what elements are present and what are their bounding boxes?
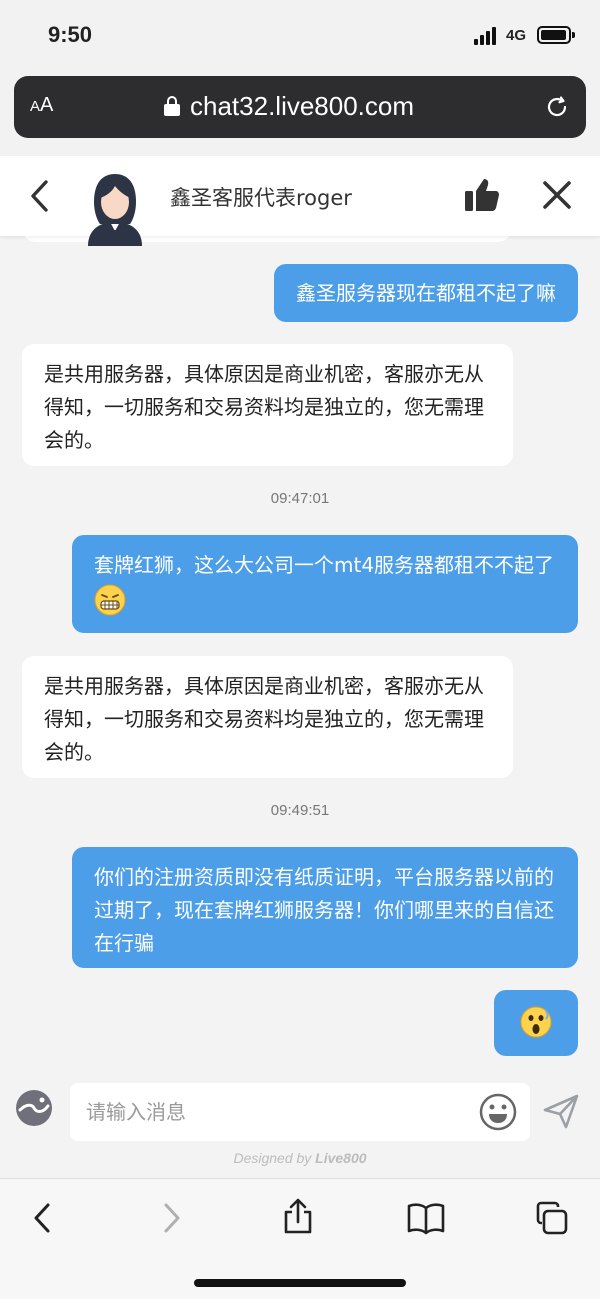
status-time: 9:50 [48,22,93,47]
send-icon[interactable] [542,1092,580,1134]
browser-back-icon[interactable] [28,1201,58,1239]
bookmarks-icon[interactable] [406,1201,446,1239]
message-text: 套牌红狮，这么大公司一个mt4服务器都租不不起了 [94,553,555,577]
satisfaction-icon[interactable] [14,1088,54,1132]
message-incoming: 是共用服务器，具体原因是商业机密，客服亦无从得知，一切服务和交易资料均是独立的，… [22,656,513,778]
message-outgoing-emoji [494,990,578,1056]
status-bar: 9:50 4G [0,0,600,66]
message-input[interactable] [70,1083,530,1141]
browser-toolbar [0,1178,600,1299]
shocked-face-emoji [520,1006,552,1038]
message-compose-row [0,1076,600,1150]
thumbs-up-icon[interactable] [462,176,502,218]
reload-icon[interactable] [544,94,570,124]
lock-icon [164,96,180,116]
agent-name: 鑫圣客服代表roger [170,186,352,210]
chat-messages[interactable]: 鑫圣服务器现在都租不起了嘛 是共用服务器，具体原因是商业机密，客服亦无从得知，一… [0,228,600,1076]
message-incoming: 是共用服务器，具体原因是商业机密，客服亦无从得知，一切服务和交易资料均是独立的，… [22,344,513,466]
message-timestamp: 09:49:51 [270,802,330,819]
address-bar[interactable]: AA chat32.live800.com [14,76,586,138]
grimacing-face-emoji [94,584,126,615]
home-indicator[interactable] [194,1279,406,1287]
back-chevron-icon[interactable] [26,176,54,220]
network-type: 4G [506,27,527,44]
url-text[interactable]: chat32.live800.com [190,91,414,122]
battery-icon [537,26,575,44]
message-timestamp: 09:47:01 [270,490,330,507]
message-outgoing: 鑫圣服务器现在都租不起了嘛 [274,264,578,322]
agent-avatar [82,172,148,246]
message-outgoing: 你们的注册资质即没有纸质证明，平台服务器以前的过期了，现在套牌红狮服务器！你们哪… [72,847,578,968]
browser-forward-icon[interactable] [156,1201,186,1239]
share-icon[interactable] [282,1197,314,1239]
browser-address-area: AA chat32.live800.com [0,66,600,154]
close-icon[interactable] [540,178,574,216]
emoji-picker-icon[interactable] [478,1092,518,1136]
message-outgoing: 套牌红狮，这么大公司一个mt4服务器都租不不起了 [72,535,578,633]
cellular-signal-icon [474,27,498,45]
powered-by-label: Designed by Live800 [233,1150,367,1166]
chat-header: 鑫圣客服代表roger [0,156,600,246]
text-size-button[interactable]: AA [30,94,53,117]
tabs-icon[interactable] [534,1201,570,1241]
